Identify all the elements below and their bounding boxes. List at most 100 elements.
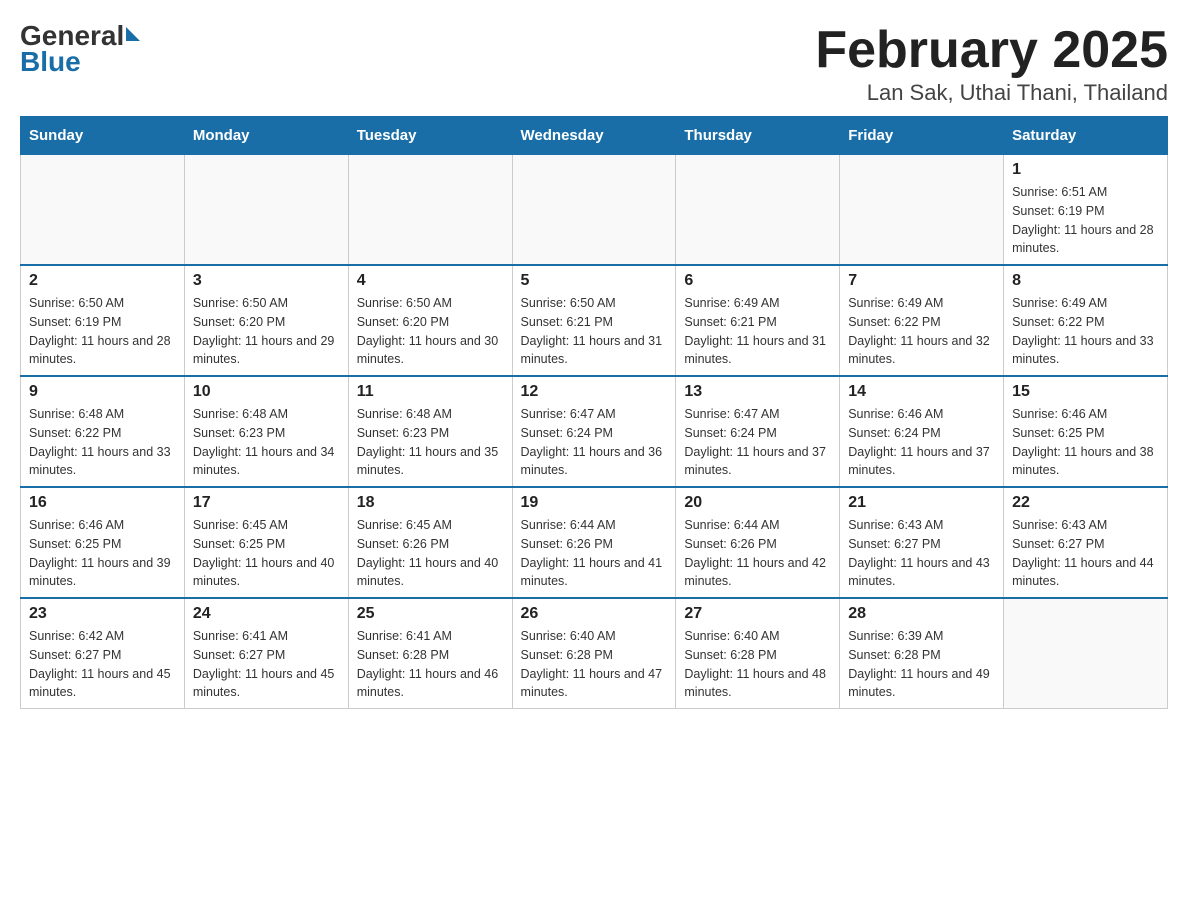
day-number: 27 xyxy=(684,605,831,623)
table-row: 5 Sunrise: 6:50 AM Sunset: 6:21 PM Daylig… xyxy=(512,265,676,376)
table-row: 9 Sunrise: 6:48 AM Sunset: 6:22 PM Daylig… xyxy=(21,376,185,487)
day-info: Sunrise: 6:40 AM Sunset: 6:28 PM Dayligh… xyxy=(521,627,668,702)
day-number: 24 xyxy=(193,605,340,623)
day-info: Sunrise: 6:43 AM Sunset: 6:27 PM Dayligh… xyxy=(848,516,995,591)
day-number: 3 xyxy=(193,272,340,290)
day-number: 23 xyxy=(29,605,176,623)
day-number: 16 xyxy=(29,494,176,512)
table-row: 17 Sunrise: 6:45 AM Sunset: 6:25 PM Dayli… xyxy=(184,487,348,598)
table-row: 20 Sunrise: 6:44 AM Sunset: 6:26 PM Dayli… xyxy=(676,487,840,598)
day-number: 28 xyxy=(848,605,995,623)
table-row xyxy=(840,155,1004,266)
logo-arrow-icon xyxy=(126,27,140,41)
table-row xyxy=(348,155,512,266)
day-info: Sunrise: 6:47 AM Sunset: 6:24 PM Dayligh… xyxy=(684,405,831,480)
logo-blue-text: Blue xyxy=(20,46,81,78)
page-header: General Blue February 2025 Lan Sak, Utha… xyxy=(20,20,1168,106)
table-row xyxy=(184,155,348,266)
day-number: 20 xyxy=(684,494,831,512)
day-info: Sunrise: 6:44 AM Sunset: 6:26 PM Dayligh… xyxy=(521,516,668,591)
day-number: 14 xyxy=(848,383,995,401)
day-info: Sunrise: 6:41 AM Sunset: 6:28 PM Dayligh… xyxy=(357,627,504,702)
day-info: Sunrise: 6:50 AM Sunset: 6:20 PM Dayligh… xyxy=(357,294,504,369)
day-info: Sunrise: 6:49 AM Sunset: 6:21 PM Dayligh… xyxy=(684,294,831,369)
table-row: 18Sunrise: 6:45 AM Sunset: 6:26 PM Dayli… xyxy=(348,487,512,598)
day-info: Sunrise: 6:39 AM Sunset: 6:28 PM Dayligh… xyxy=(848,627,995,702)
day-number: 5 xyxy=(521,272,668,290)
day-number: 22 xyxy=(1012,494,1159,512)
day-number: 4 xyxy=(357,272,504,290)
table-row xyxy=(21,155,185,266)
table-row: 27 Sunrise: 6:40 AM Sunset: 6:28 PM Dayli… xyxy=(676,598,840,709)
day-number: 11 xyxy=(357,383,504,401)
day-number: 13 xyxy=(684,383,831,401)
calendar-header-row: Sunday Monday Tuesday Wednesday Thursday… xyxy=(21,117,1168,155)
day-number: 9 xyxy=(29,383,176,401)
day-info: Sunrise: 6:42 AM Sunset: 6:27 PM Dayligh… xyxy=(29,627,176,702)
day-number: 19 xyxy=(521,494,668,512)
day-number: 10 xyxy=(193,383,340,401)
table-row: 3 Sunrise: 6:50 AM Sunset: 6:20 PM Daylig… xyxy=(184,265,348,376)
table-row: 1 Sunrise: 6:51 AM Sunset: 6:19 PM Daylig… xyxy=(1004,155,1168,266)
day-info: Sunrise: 6:50 AM Sunset: 6:21 PM Dayligh… xyxy=(521,294,668,369)
day-info: Sunrise: 6:49 AM Sunset: 6:22 PM Dayligh… xyxy=(848,294,995,369)
table-row: 26 Sunrise: 6:40 AM Sunset: 6:28 PM Dayli… xyxy=(512,598,676,709)
header-sunday: Sunday xyxy=(21,117,185,155)
calendar-week-row: 9 Sunrise: 6:48 AM Sunset: 6:22 PM Daylig… xyxy=(21,376,1168,487)
calendar-week-row: 2Sunrise: 6:50 AM Sunset: 6:19 PM Daylig… xyxy=(21,265,1168,376)
title-block: February 2025 Lan Sak, Uthai Thani, Thai… xyxy=(815,20,1168,106)
day-number: 12 xyxy=(521,383,668,401)
table-row: 15 Sunrise: 6:46 AM Sunset: 6:25 PM Dayli… xyxy=(1004,376,1168,487)
calendar-week-row: 23 Sunrise: 6:42 AM Sunset: 6:27 PM Dayli… xyxy=(21,598,1168,709)
header-tuesday: Tuesday xyxy=(348,117,512,155)
table-row: 16 Sunrise: 6:46 AM Sunset: 6:25 PM Dayli… xyxy=(21,487,185,598)
day-info: Sunrise: 6:48 AM Sunset: 6:23 PM Dayligh… xyxy=(357,405,504,480)
day-info: Sunrise: 6:45 AM Sunset: 6:25 PM Dayligh… xyxy=(193,516,340,591)
day-info: Sunrise: 6:46 AM Sunset: 6:24 PM Dayligh… xyxy=(848,405,995,480)
table-row: 21Sunrise: 6:43 AM Sunset: 6:27 PM Dayli… xyxy=(840,487,1004,598)
table-row: 10Sunrise: 6:48 AM Sunset: 6:23 PM Dayli… xyxy=(184,376,348,487)
day-number: 7 xyxy=(848,272,995,290)
day-info: Sunrise: 6:50 AM Sunset: 6:20 PM Dayligh… xyxy=(193,294,340,369)
header-monday: Monday xyxy=(184,117,348,155)
table-row: 25Sunrise: 6:41 AM Sunset: 6:28 PM Dayli… xyxy=(348,598,512,709)
day-number: 18 xyxy=(357,494,504,512)
table-row: 24 Sunrise: 6:41 AM Sunset: 6:27 PM Dayli… xyxy=(184,598,348,709)
calendar-table: Sunday Monday Tuesday Wednesday Thursday… xyxy=(20,116,1168,709)
table-row: 11 Sunrise: 6:48 AM Sunset: 6:23 PM Dayli… xyxy=(348,376,512,487)
table-row: 8 Sunrise: 6:49 AM Sunset: 6:22 PM Daylig… xyxy=(1004,265,1168,376)
day-number: 8 xyxy=(1012,272,1159,290)
day-info: Sunrise: 6:51 AM Sunset: 6:19 PM Dayligh… xyxy=(1012,183,1159,258)
header-thursday: Thursday xyxy=(676,117,840,155)
table-row: 28 Sunrise: 6:39 AM Sunset: 6:28 PM Dayli… xyxy=(840,598,1004,709)
day-info: Sunrise: 6:41 AM Sunset: 6:27 PM Dayligh… xyxy=(193,627,340,702)
day-number: 15 xyxy=(1012,383,1159,401)
table-row: 13 Sunrise: 6:47 AM Sunset: 6:24 PM Dayli… xyxy=(676,376,840,487)
table-row: 23 Sunrise: 6:42 AM Sunset: 6:27 PM Dayli… xyxy=(21,598,185,709)
day-number: 17 xyxy=(193,494,340,512)
day-info: Sunrise: 6:44 AM Sunset: 6:26 PM Dayligh… xyxy=(684,516,831,591)
calendar-week-row: 16 Sunrise: 6:46 AM Sunset: 6:25 PM Dayli… xyxy=(21,487,1168,598)
table-row: 7 Sunrise: 6:49 AM Sunset: 6:22 PM Daylig… xyxy=(840,265,1004,376)
table-row: 19 Sunrise: 6:44 AM Sunset: 6:26 PM Dayli… xyxy=(512,487,676,598)
table-row: 12 Sunrise: 6:47 AM Sunset: 6:24 PM Dayli… xyxy=(512,376,676,487)
table-row: 22 Sunrise: 6:43 AM Sunset: 6:27 PM Dayli… xyxy=(1004,487,1168,598)
day-number: 26 xyxy=(521,605,668,623)
day-info: Sunrise: 6:40 AM Sunset: 6:28 PM Dayligh… xyxy=(684,627,831,702)
table-row: 6 Sunrise: 6:49 AM Sunset: 6:21 PM Daylig… xyxy=(676,265,840,376)
day-info: Sunrise: 6:49 AM Sunset: 6:22 PM Dayligh… xyxy=(1012,294,1159,369)
day-info: Sunrise: 6:46 AM Sunset: 6:25 PM Dayligh… xyxy=(29,516,176,591)
header-wednesday: Wednesday xyxy=(512,117,676,155)
table-row xyxy=(1004,598,1168,709)
table-row xyxy=(512,155,676,266)
day-number: 6 xyxy=(684,272,831,290)
day-info: Sunrise: 6:47 AM Sunset: 6:24 PM Dayligh… xyxy=(521,405,668,480)
calendar-week-row: 1 Sunrise: 6:51 AM Sunset: 6:19 PM Daylig… xyxy=(21,155,1168,266)
day-info: Sunrise: 6:43 AM Sunset: 6:27 PM Dayligh… xyxy=(1012,516,1159,591)
header-friday: Friday xyxy=(840,117,1004,155)
day-info: Sunrise: 6:48 AM Sunset: 6:22 PM Dayligh… xyxy=(29,405,176,480)
logo: General Blue xyxy=(20,20,140,78)
day-number: 2 xyxy=(29,272,176,290)
day-number: 1 xyxy=(1012,161,1159,179)
day-info: Sunrise: 6:46 AM Sunset: 6:25 PM Dayligh… xyxy=(1012,405,1159,480)
